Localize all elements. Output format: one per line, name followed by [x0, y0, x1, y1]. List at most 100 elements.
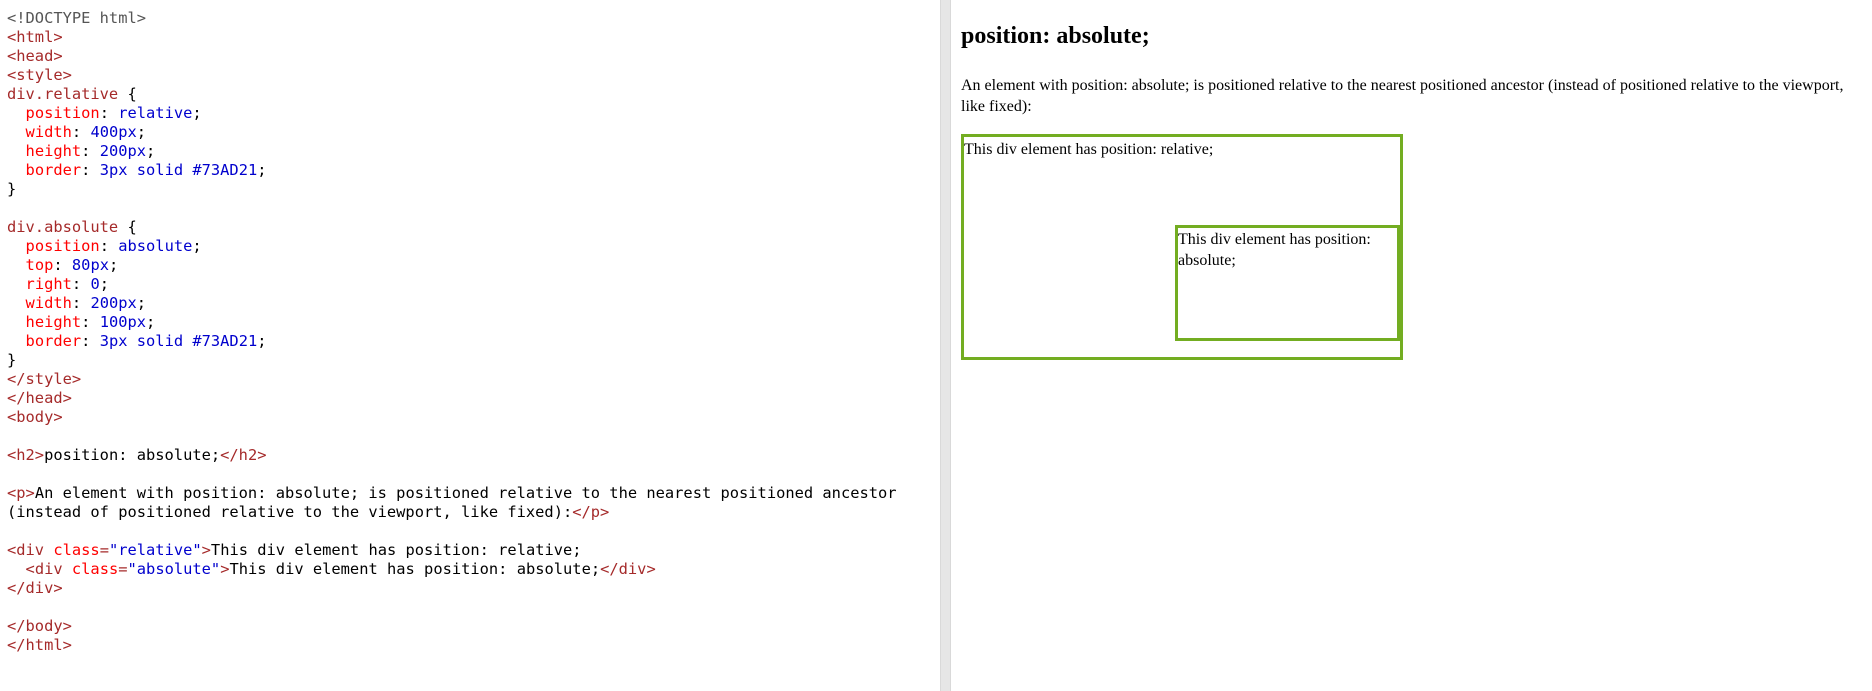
code-token: : [81, 313, 100, 331]
code-line: right: 0; [7, 275, 897, 294]
code-token: 3px solid #73AD21 [99, 332, 258, 350]
code-editor[interactable]: <!DOCTYPE html> <html> <head> <style> div.re… [0, 0, 940, 691]
code-token: position [25, 237, 100, 255]
code-token: height [25, 313, 82, 331]
code-line: </head> [7, 389, 897, 408]
code-line: border: 3px solid #73AD21; [7, 332, 897, 351]
code-line: position: relative; [7, 104, 897, 123]
code-line: <div class="absolute">This div element h… [7, 560, 897, 579]
code-token: </div> [600, 560, 656, 578]
relative-div: This div element has position: relative;… [961, 134, 1403, 360]
code-line: width: 200px; [7, 294, 897, 313]
preview-heading: position: absolute; [961, 23, 1150, 49]
code-line: <style> [7, 66, 897, 85]
code-content[interactable]: <!DOCTYPE html> <html> <head> <style> div.re… [7, 9, 897, 655]
code-token: : [71, 123, 91, 141]
code-token: "absolute" [127, 560, 221, 578]
code-line: <h2>position: absolute;</h2> [7, 446, 897, 465]
code-line: div.absolute { [7, 218, 897, 237]
code-token: border [25, 332, 82, 350]
code-line: top: 80px; [7, 256, 897, 275]
code-token: 80px [71, 256, 109, 274]
code-token: { [118, 218, 137, 236]
result-preview: position: absolute; An element with posi… [951, 0, 1872, 691]
code-token: : [71, 275, 91, 293]
code-token: relative [118, 104, 193, 122]
code-token: <!DOCTYPE html> [7, 9, 146, 27]
code-token: <html> [7, 28, 63, 46]
code-line: height: 100px; [7, 313, 897, 332]
code-line: <p>An element with position: absolute; i… [7, 484, 897, 503]
code-line: </style> [7, 370, 897, 389]
code-token: { [118, 85, 137, 103]
code-token: width [25, 294, 72, 312]
code-token: border [25, 161, 82, 179]
code-token: width [25, 123, 72, 141]
code-line: </div> [7, 579, 897, 598]
code-token: </html> [7, 636, 72, 654]
code-token: ; [146, 142, 156, 160]
code-token: : [71, 294, 91, 312]
code-token: <h2> [7, 446, 45, 464]
code-token: top [25, 256, 54, 274]
code-token: ; [136, 294, 147, 312]
preview-paragraph: An element with position: absolute; is p… [961, 77, 1844, 115]
code-token: <p> [7, 484, 35, 502]
code-token: 400px [90, 123, 137, 141]
code-token: 100px [99, 313, 147, 331]
code-token: ; [146, 313, 156, 331]
code-token: > [201, 541, 211, 559]
code-token: 3px solid #73AD21 [99, 161, 258, 179]
code-token: This div element has position: relative; [210, 541, 582, 559]
code-line: width: 400px; [7, 123, 897, 142]
code-token: <div [7, 541, 54, 559]
code-line: position: absolute; [7, 237, 897, 256]
code-token: </head> [7, 389, 72, 407]
code-line: border: 3px solid #73AD21; [7, 161, 897, 180]
code-token: ; [108, 256, 119, 274]
relative-div-text: This div element has position: relative; [964, 141, 1214, 158]
code-line: div.relative { [7, 85, 897, 104]
code-token: 200px [99, 142, 147, 160]
code-token: height [25, 142, 82, 160]
code-token: An element with position: absolute; is p… [34, 484, 897, 502]
code-token: "relative" [108, 541, 202, 559]
code-token: position [25, 104, 100, 122]
code-line: <div class="relative">This div element h… [7, 541, 897, 560]
absolute-div: This div element has position: absolute; [1175, 225, 1400, 341]
code-token: (instead of positioned relative to the v… [7, 503, 573, 521]
code-token: div.absolute [7, 218, 119, 236]
code-token: absolute [118, 237, 193, 255]
pane-resize-handle[interactable] [940, 0, 951, 691]
code-token: : [81, 142, 100, 160]
code-line: <!DOCTYPE html> [7, 9, 897, 28]
code-token: : [53, 256, 72, 274]
code-token: <head> [7, 47, 63, 65]
code-token: <div [25, 560, 72, 578]
code-token: class [71, 560, 119, 578]
code-token: : [81, 161, 100, 179]
code-line: } [7, 351, 897, 370]
code-token: This div element has position: absolute; [229, 560, 601, 578]
code-token: ; [192, 104, 202, 122]
code-token: ; [136, 123, 147, 141]
code-token: 200px [90, 294, 137, 312]
code-token: } [7, 180, 17, 198]
code-line: (instead of positioned relative to the v… [7, 503, 897, 522]
code-token: ; [257, 332, 267, 350]
code-line: <body> [7, 408, 897, 427]
code-line: } [7, 180, 897, 199]
